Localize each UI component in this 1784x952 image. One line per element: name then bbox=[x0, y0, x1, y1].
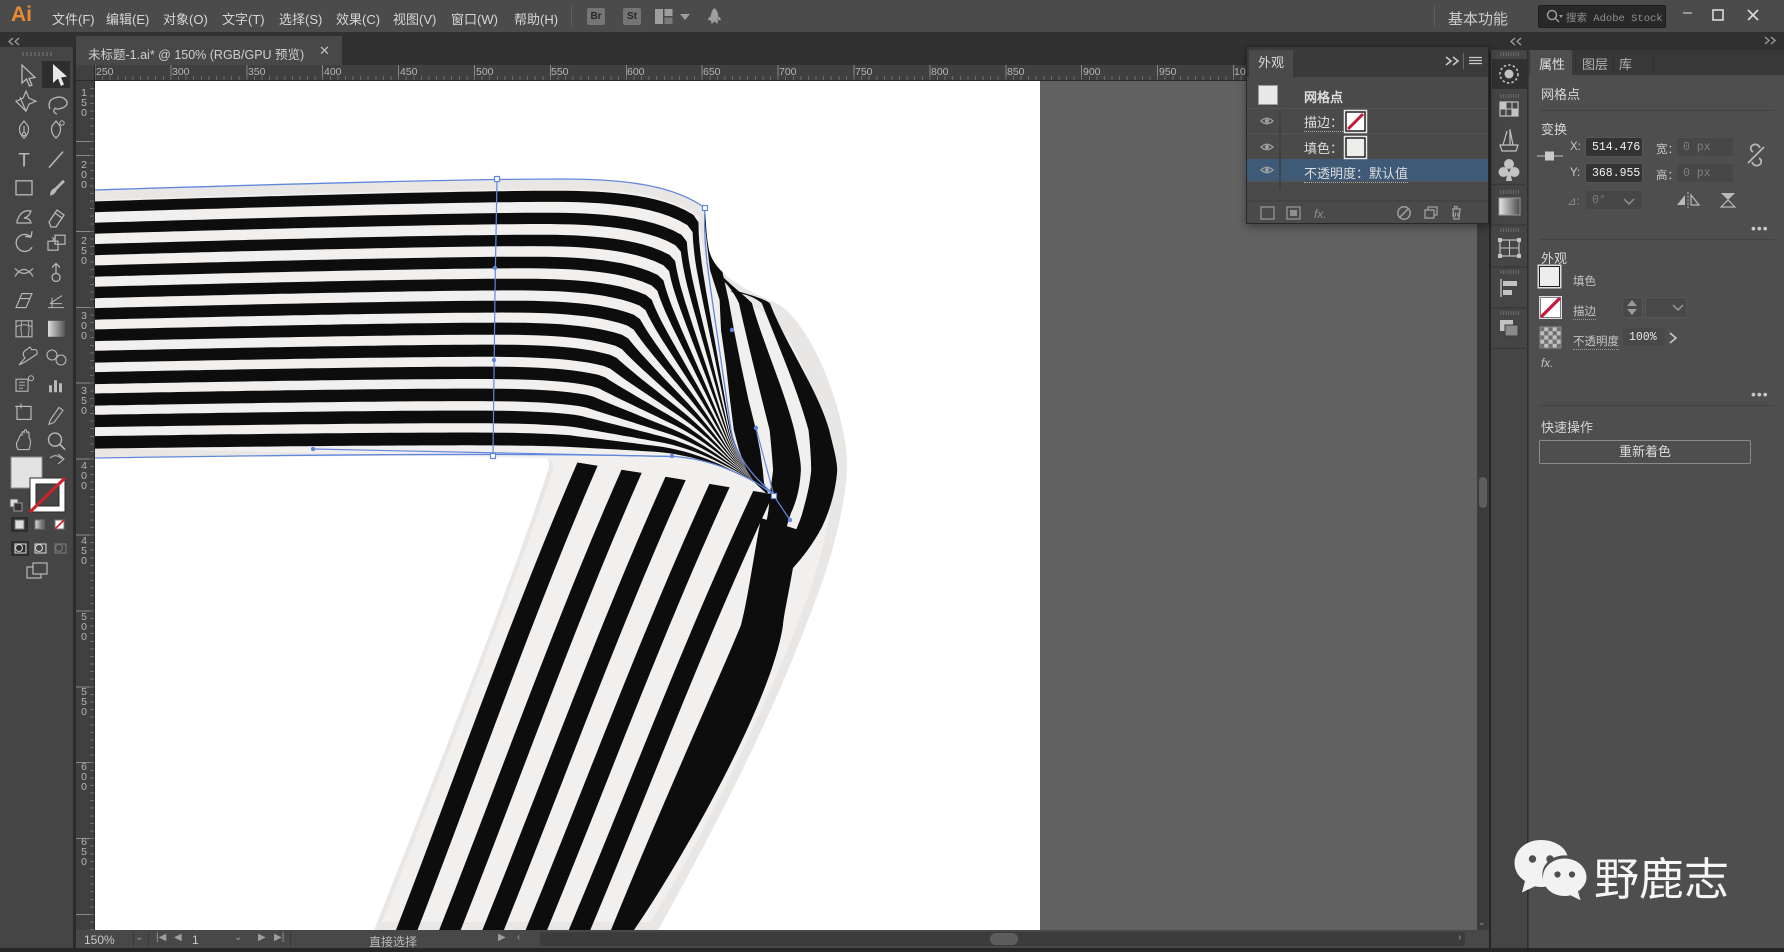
svg-text:T: T bbox=[18, 151, 30, 172]
svg-text:fx.: fx. bbox=[1314, 207, 1327, 221]
svg-text:野鹿志: 野鹿志 bbox=[1594, 854, 1729, 905]
